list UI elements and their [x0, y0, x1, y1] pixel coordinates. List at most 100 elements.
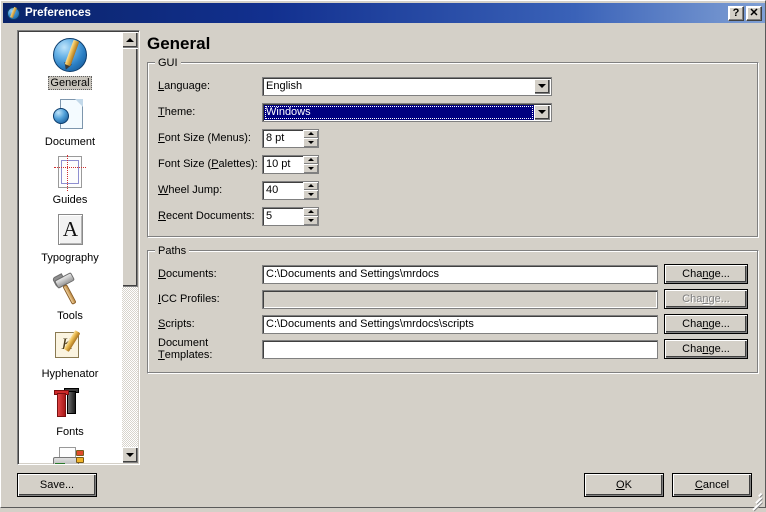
recent-documents-stepper[interactable]: 5: [262, 207, 319, 226]
settings-pane: General GUI Language: English Theme: Win…: [147, 30, 759, 386]
font-size-menus-stepper[interactable]: 8 pt: [262, 129, 319, 148]
category-items: General Document Guides A: [18, 31, 122, 464]
title-bar-buttons: ? ✕: [728, 6, 762, 21]
paths-group: Paths Documents: C:\Documents and Settin…: [147, 250, 759, 374]
fonts-letters-icon: [50, 387, 90, 425]
dialog-footer: Save... OK Cancel: [17, 473, 757, 497]
theme-row: Theme: Windows: [158, 101, 748, 123]
hyphenator-pen-icon: K: [50, 329, 90, 367]
sidebar-item-label: Tools: [55, 310, 85, 322]
icc-profiles-path-row: ICC Profiles: Change...: [158, 288, 748, 310]
stepper-down-icon[interactable]: [303, 216, 318, 225]
sidebar-item-label: Typography: [39, 252, 100, 264]
icc-profiles-path-input: [262, 290, 658, 309]
help-icon[interactable]: ?: [728, 6, 744, 21]
stepper-down-icon[interactable]: [303, 164, 318, 173]
category-list[interactable]: General Document Guides A: [17, 30, 140, 465]
document-templates-path-row: Document Templates: Change...: [158, 338, 748, 360]
document-templates-change-button[interactable]: Change...: [664, 339, 748, 359]
gui-group: GUI Language: English Theme: Windows: [147, 62, 759, 238]
window-title: Preferences: [25, 7, 728, 19]
sidebar-scrollbar[interactable]: [122, 32, 138, 463]
wheel-jump-stepper[interactable]: 40: [262, 181, 319, 200]
scroll-up-arrow[interactable]: [122, 32, 138, 48]
app-ball-pen-icon: [6, 6, 21, 21]
document-templates-path-label: Document Templates:: [158, 337, 262, 361]
icc-profiles-change-button: Change...: [664, 289, 748, 309]
scroll-down-arrow[interactable]: [122, 447, 138, 463]
typography-a-icon: A: [50, 213, 90, 251]
stepper-down-icon[interactable]: [303, 190, 318, 199]
preferences-dialog: Preferences ? ✕ General Document: [0, 0, 766, 508]
chevron-down-icon[interactable]: [534, 105, 550, 120]
general-ball-pen-icon: [50, 37, 90, 75]
sidebar-item-hyphenator[interactable]: K Hyphenator: [18, 329, 122, 380]
language-label: Language:: [158, 80, 262, 92]
stepper-buttons[interactable]: [303, 156, 318, 173]
scripts-path-input[interactable]: C:\Documents and Settings\mrdocs\scripts: [262, 315, 658, 334]
font-size-menus-label: Font Size (Menus):: [158, 132, 262, 144]
sidebar-item-label: Guides: [51, 194, 90, 206]
documents-change-button[interactable]: Change...: [664, 264, 748, 284]
stepper-buttons[interactable]: [303, 208, 318, 225]
font-size-palettes-stepper[interactable]: 10 pt: [262, 155, 319, 174]
font-size-menus-row: Font Size (Menus): 8 pt: [158, 127, 748, 149]
sidebar-item-label: General: [48, 76, 91, 90]
cancel-button[interactable]: Cancel: [672, 473, 752, 497]
sidebar-item-typography[interactable]: A Typography: [18, 213, 122, 264]
documents-path-label: Documents:: [158, 268, 262, 280]
sidebar-item-label: Fonts: [54, 426, 86, 438]
sidebar-item-label: Document: [43, 136, 97, 148]
sidebar-item-tools[interactable]: Tools: [18, 271, 122, 322]
sidebar-item-general[interactable]: General: [18, 37, 122, 90]
font-size-palettes-value: 10 pt: [263, 158, 303, 170]
ok-button[interactable]: OK: [584, 473, 664, 497]
sidebar-item-guides[interactable]: Guides: [18, 155, 122, 206]
sidebar-item-label: Hyphenator: [40, 368, 101, 380]
wheel-jump-value: 40: [263, 184, 303, 196]
stepper-up-icon[interactable]: [303, 208, 318, 217]
font-size-palettes-label: Font Size (Palettes):: [158, 158, 262, 170]
theme-label: Theme:: [158, 106, 262, 118]
sidebar-item-printer[interactable]: [18, 445, 122, 465]
sidebar-item-document[interactable]: Document: [18, 97, 122, 148]
theme-value: Windows: [264, 105, 534, 120]
language-value: English: [263, 80, 534, 92]
chevron-down-icon[interactable]: [534, 79, 550, 94]
printer-icon: [50, 445, 90, 465]
wheel-jump-row: Wheel Jump: 40: [158, 179, 748, 201]
stepper-buttons[interactable]: [303, 130, 318, 147]
stepper-up-icon[interactable]: [303, 130, 318, 139]
resize-grip[interactable]: [749, 489, 763, 503]
scripts-path-row: Scripts: C:\Documents and Settings\mrdoc…: [158, 313, 748, 335]
document-templates-path-input[interactable]: [262, 340, 658, 359]
recent-documents-value: 5: [263, 210, 303, 222]
gui-group-title: GUI: [155, 57, 181, 69]
font-size-palettes-row: Font Size (Palettes): 10 pt: [158, 153, 748, 175]
save-button[interactable]: Save...: [17, 473, 97, 497]
tools-hammer-icon: [50, 271, 90, 309]
title-bar[interactable]: Preferences ? ✕: [3, 3, 765, 23]
language-row: Language: English: [158, 75, 748, 97]
icc-profiles-path-label: ICC Profiles:: [158, 293, 262, 305]
page-title: General: [147, 34, 759, 54]
document-page-icon: [50, 97, 90, 135]
close-icon[interactable]: ✕: [746, 6, 762, 21]
dialog-body: General Document Guides A: [3, 25, 765, 505]
stepper-up-icon[interactable]: [303, 156, 318, 165]
documents-path-row: Documents: C:\Documents and Settings\mrd…: [158, 263, 748, 285]
stepper-buttons[interactable]: [303, 182, 318, 199]
scrollbar-thumb[interactable]: [122, 48, 138, 287]
language-select[interactable]: English: [262, 77, 552, 96]
documents-path-input[interactable]: C:\Documents and Settings\mrdocs: [262, 265, 658, 284]
font-size-menus-value: 8 pt: [263, 132, 303, 144]
stepper-down-icon[interactable]: [303, 138, 318, 147]
theme-select[interactable]: Windows: [262, 103, 552, 122]
recent-documents-row: Recent Documents: 5: [158, 205, 748, 227]
wheel-jump-label: Wheel Jump:: [158, 184, 262, 196]
sidebar-item-fonts[interactable]: Fonts: [18, 387, 122, 438]
scripts-change-button[interactable]: Change...: [664, 314, 748, 334]
scripts-path-label: Scripts:: [158, 318, 262, 330]
scrollbar-track[interactable]: [122, 48, 138, 447]
stepper-up-icon[interactable]: [303, 182, 318, 191]
